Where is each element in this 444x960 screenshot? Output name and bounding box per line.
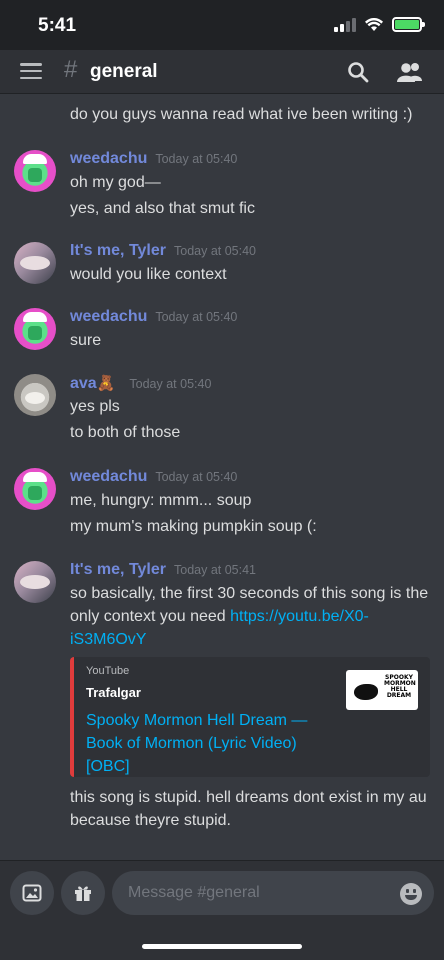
message-text: iS3M6OvY xyxy=(70,629,430,651)
emoji-icon[interactable] xyxy=(400,883,422,905)
thumbnail-text: SPOOKY MORMON HELL DREAM xyxy=(384,674,416,699)
message-text: sure xyxy=(70,332,102,349)
message-text: oh my god— xyxy=(70,174,161,191)
author-name[interactable]: weedachu xyxy=(70,308,147,325)
message-text: only context you need https://youtu.be/X… xyxy=(70,606,430,628)
signal-icon xyxy=(334,17,356,32)
youtube-link-continued[interactable]: iS3M6OvY xyxy=(70,631,146,648)
message-feed[interactable]: do you guys wanna read what ive been wri… xyxy=(0,94,444,860)
channel-name: general xyxy=(90,61,158,82)
upload-image-button[interactable] xyxy=(10,871,54,915)
message-input[interactable] xyxy=(112,871,434,915)
link-embed[interactable]: YouTube Trafalgar Spooky Mormon Hell Dre… xyxy=(70,657,430,777)
message-text: yes, and also that smut fic xyxy=(70,200,255,217)
battery-icon xyxy=(392,17,425,32)
message-text: my mum's making pumpkin soup (: xyxy=(70,518,317,535)
members-icon[interactable] xyxy=(396,60,424,84)
message-text: me, hungry: mmm... soup xyxy=(70,492,252,509)
timestamp: Today at 05:41 xyxy=(174,563,257,577)
timestamp: Today at 05:40 xyxy=(155,310,238,324)
status-time: 5:41 xyxy=(38,15,77,36)
embed-provider: YouTube xyxy=(86,665,130,677)
message-text: yes pls xyxy=(70,398,120,415)
gift-icon xyxy=(75,886,91,901)
status-bar: 5:41 xyxy=(0,0,444,50)
message-text-fragment: only context you need xyxy=(70,608,231,625)
hash-icon: # xyxy=(64,56,78,83)
teddy-bear-icon: 🧸 xyxy=(96,375,116,392)
message-text: would you like context xyxy=(70,266,227,283)
home-indicator[interactable] xyxy=(142,944,302,949)
timestamp: Today at 05:40 xyxy=(155,152,238,166)
gift-button[interactable] xyxy=(61,871,105,915)
menu-icon[interactable] xyxy=(20,63,42,79)
avatar[interactable] xyxy=(14,242,56,284)
timestamp: Today at 05:40 xyxy=(155,470,238,484)
embed-author[interactable]: Trafalgar xyxy=(86,685,141,700)
message-text: do you guys wanna read what ive been wri… xyxy=(70,106,413,123)
image-icon xyxy=(22,884,42,902)
message-text: to both of those xyxy=(70,424,181,441)
message-text: because theyre stupid. xyxy=(70,812,231,829)
message-text: this song is stupid. hell dreams dont ex… xyxy=(70,789,427,806)
video-thumbnail[interactable]: SPOOKY MORMON HELL DREAM xyxy=(346,670,418,710)
author-name[interactable]: ava xyxy=(70,375,97,392)
avatar[interactable] xyxy=(14,468,56,510)
author-name[interactable]: It's me, Tyler xyxy=(70,242,166,259)
author-name[interactable]: It's me, Tyler xyxy=(70,561,166,578)
timestamp: Today at 05:40 xyxy=(174,244,257,258)
youtube-link[interactable]: https://youtu.be/X0- xyxy=(230,608,369,625)
message-text: so basically, the first 30 seconds of th… xyxy=(70,585,429,602)
author-name[interactable]: weedachu xyxy=(70,150,147,167)
author-name[interactable]: weedachu xyxy=(70,468,147,485)
wifi-icon xyxy=(365,17,383,31)
avatar[interactable] xyxy=(14,561,56,603)
status-icons xyxy=(334,17,425,32)
timestamp: Today at 05:40 xyxy=(129,377,212,391)
avatar[interactable] xyxy=(14,374,56,416)
channel-header: # general xyxy=(0,50,444,94)
avatar[interactable] xyxy=(14,150,56,192)
embed-title[interactable]: Spooky Mormon Hell Dream — Book of Mormo… xyxy=(86,709,336,778)
search-icon[interactable] xyxy=(346,60,370,84)
thumbnail-art xyxy=(354,684,378,700)
avatar[interactable] xyxy=(14,308,56,350)
